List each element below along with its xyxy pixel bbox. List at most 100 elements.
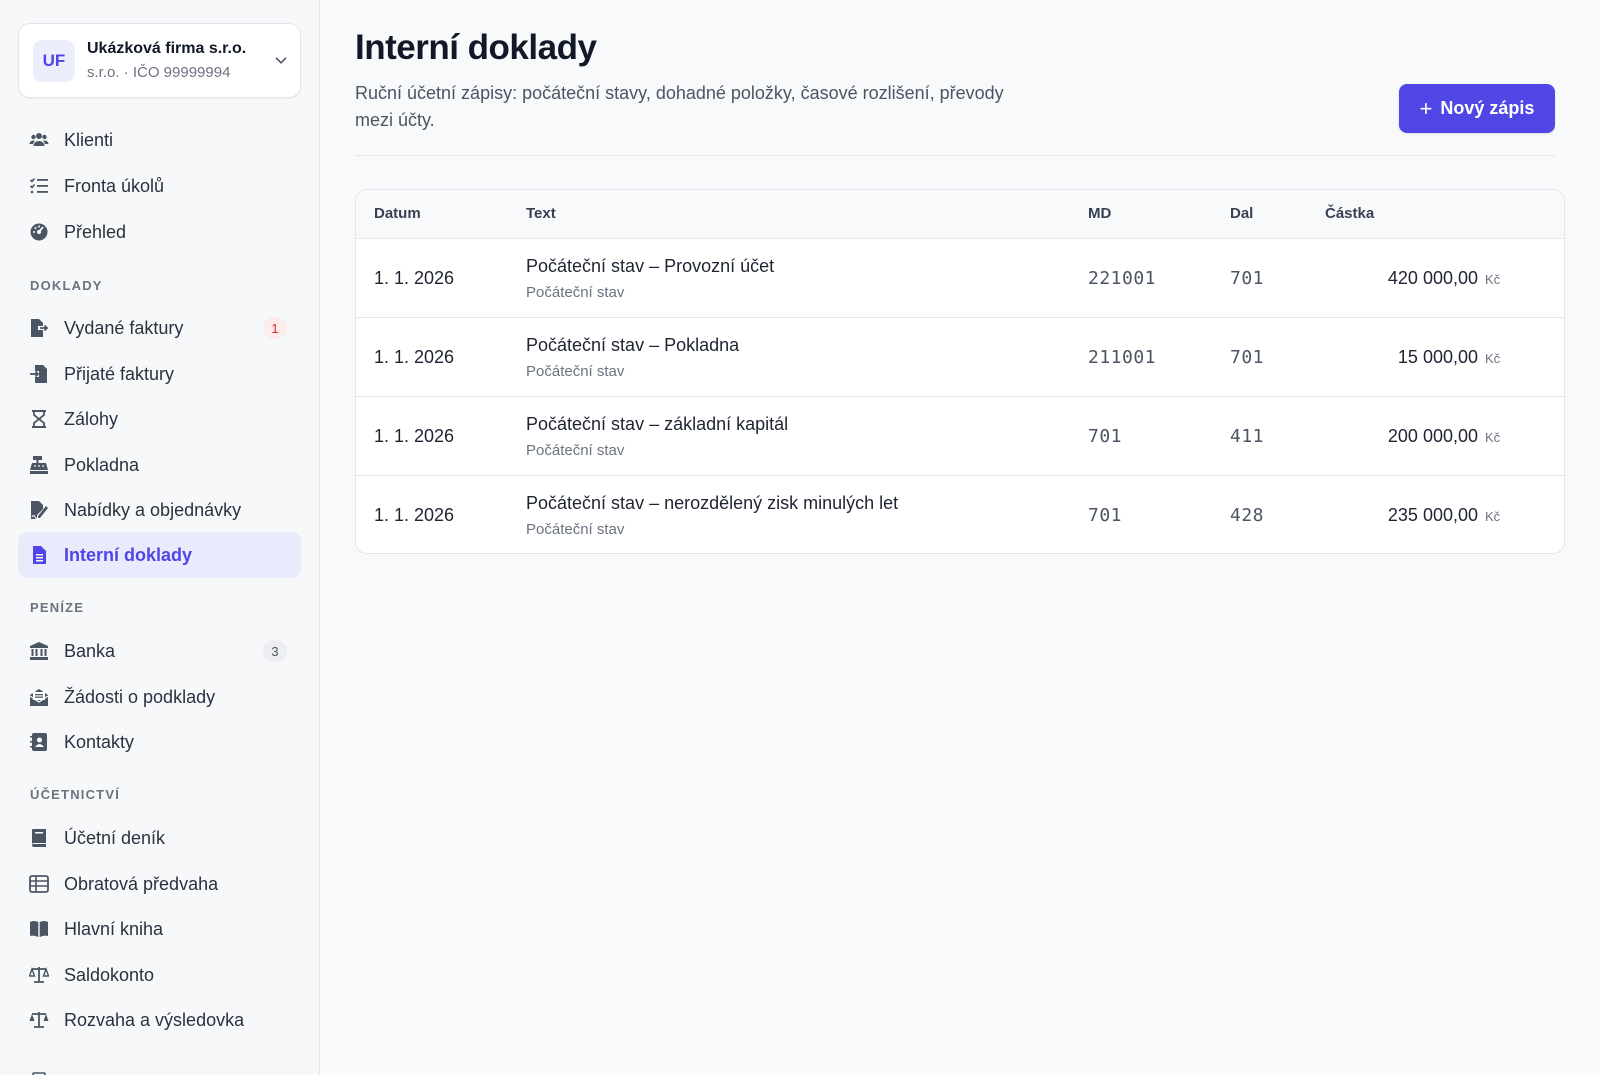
sidebar-item-hlavni-kniha[interactable]: Hlavní kniha <box>18 906 301 952</box>
count-badge: 3 <box>263 640 287 662</box>
cell-date: 1. 1. 2026 <box>374 347 455 367</box>
sidebar-item-saldokonto[interactable]: Saldokonto <box>18 952 301 998</box>
hourglass-icon <box>32 410 46 428</box>
sidebar-item-label: Vydané faktury <box>64 317 184 338</box>
sidebar-item-partial-icon <box>29 1068 49 1075</box>
sidebar-item-label: Rozvaha a výsledovka <box>64 1009 245 1030</box>
plus-icon: + <box>1419 95 1433 121</box>
sidebar-item-label: Přehled <box>64 221 127 242</box>
gauge-icon <box>30 223 48 241</box>
sidebar-item-prehled[interactable]: Přehled <box>18 209 301 255</box>
scale-icon <box>29 966 49 983</box>
sidebar-item-label: Banka <box>64 640 116 661</box>
cash-register-icon <box>30 456 48 474</box>
cell-md: 211001 <box>1088 347 1157 368</box>
cell-amount: 200 000,00 <box>1387 426 1478 446</box>
section-label-ucetnictvi: ÚČETNICTVÍ <box>30 787 120 802</box>
sidebar-item-label: Kontakty <box>64 731 135 752</box>
sidebar-item-label: Interní doklady <box>64 544 193 565</box>
book-icon <box>32 829 46 847</box>
column-header-text[interactable]: Text <box>526 205 556 222</box>
cell-currency: Kč <box>1485 272 1501 287</box>
cell-dal: 701 <box>1230 268 1265 289</box>
bank-icon <box>30 642 48 660</box>
table-row[interactable]: 1. 1. 2026 Počáteční stav – Pokladna Poč… <box>356 318 1564 397</box>
column-header-md[interactable]: MD <box>1088 205 1111 222</box>
file-signature-icon <box>31 501 48 519</box>
chevron-down-icon <box>275 57 287 64</box>
cell-dal: 411 <box>1230 426 1265 447</box>
task-list-icon <box>29 177 48 194</box>
sidebar-item-label: Zálohy <box>64 408 119 429</box>
scale-balanced-icon <box>29 1012 49 1028</box>
table-row[interactable]: 1. 1. 2026 Počáteční stav – základní kap… <box>356 397 1564 476</box>
sidebar-item-label: Žádosti o podklady <box>64 686 216 707</box>
file-export-icon <box>31 319 49 337</box>
section-label-penize: PENÍZE <box>30 600 85 615</box>
file-lines-icon <box>33 546 46 564</box>
page-description: Ruční účetní zápisy: počáteční stavy, do… <box>355 83 1004 130</box>
table-row[interactable]: 1. 1. 2026 Počáteční stav – Provozní úče… <box>356 239 1564 318</box>
entries-table: Datum Text MD Dal Částka 1. 1. 2026 Počá… <box>355 189 1565 554</box>
sidebar-item-label: Pokladna <box>64 454 140 475</box>
sidebar-item-label: Obratová předvaha <box>64 873 219 894</box>
sidebar-item-klienti[interactable]: Klienti <box>18 117 301 163</box>
page-title: Interní doklady <box>355 28 597 67</box>
cell-date: 1. 1. 2026 <box>374 505 455 525</box>
address-book-icon <box>30 733 47 751</box>
users-icon <box>29 133 49 146</box>
sidebar-item-banka[interactable]: Banka 3 <box>18 628 301 674</box>
column-header-amount[interactable]: Částka <box>1325 205 1374 222</box>
cell-subtext: Počáteční stav <box>526 363 625 380</box>
cell-md: 701 <box>1088 505 1123 526</box>
cell-text: Počáteční stav – Provozní účet <box>526 256 775 276</box>
org-subtitle: s.r.o. · IČO 99999994 <box>87 64 231 81</box>
sidebar-item-pokladna[interactable]: Pokladna <box>18 442 301 488</box>
count-badge: 1 <box>263 317 287 339</box>
sidebar-item-obratova-predvaha[interactable]: Obratová předvaha <box>18 861 301 907</box>
cell-dal: 701 <box>1230 347 1265 368</box>
sidebar-item-kontakty[interactable]: Kontakty <box>18 719 301 765</box>
sidebar-item-vydane-faktury[interactable]: Vydané faktury 1 <box>18 305 301 351</box>
sidebar-item-rozvaha-vysledovka[interactable]: Rozvaha a výsledovka <box>18 997 301 1043</box>
main-content: Interní doklady Ruční účetní zápisy: poč… <box>320 0 1600 1075</box>
sidebar-item-label: Nabídky a objednávky <box>64 499 242 520</box>
sidebar-item-ucetni-denik[interactable]: Účetní deník <box>18 815 301 861</box>
new-entry-button[interactable]: + Nový zápis <box>1399 84 1555 133</box>
table-row[interactable]: 1. 1. 2026 Počáteční stav – nerozdělený … <box>356 476 1564 553</box>
org-name: Ukázková firma s.r.o. <box>87 40 247 57</box>
column-header-date[interactable]: Datum <box>374 205 421 222</box>
cell-date: 1. 1. 2026 <box>374 268 455 288</box>
org-switcher[interactable]: UF Ukázková firma s.r.o. s.r.o. · IČO 99… <box>18 23 301 98</box>
cell-currency: Kč <box>1485 351 1501 366</box>
sidebar-item-label: Klienti <box>64 129 114 150</box>
sidebar-item-prijate-faktury[interactable]: Přijaté faktury <box>18 351 301 397</box>
cell-amount: 235 000,00 <box>1387 505 1478 525</box>
sidebar-item-nabidky-objednavky[interactable]: Nabídky a objednávky <box>18 487 301 533</box>
header-divider <box>355 155 1555 156</box>
sidebar-item-fronta-ukolu[interactable]: Fronta úkolů <box>18 163 301 209</box>
cell-amount: 420 000,00 <box>1387 268 1478 288</box>
cell-date: 1. 1. 2026 <box>374 426 455 446</box>
column-header-dal[interactable]: Dal <box>1230 205 1253 222</box>
org-avatar: UF <box>33 40 75 82</box>
cell-text: Počáteční stav – základní kapitál <box>526 414 789 434</box>
sidebar-item-zadosti-o-podklady[interactable]: Žádosti o podklady <box>18 674 301 720</box>
cell-text: Počáteční stav – nerozdělený zisk minulý… <box>526 493 899 513</box>
sidebar-item-interni-doklady[interactable]: Interní doklady <box>18 532 301 578</box>
cell-amount: 15 000,00 <box>1397 347 1478 367</box>
cell-currency: Kč <box>1485 509 1501 524</box>
cell-text: Počáteční stav – Pokladna <box>526 335 740 355</box>
book-open-icon <box>30 921 48 937</box>
cell-md: 701 <box>1088 426 1123 447</box>
sidebar-item-label: Účetní deník <box>64 827 166 848</box>
sidebar-item-zalohy[interactable]: Zálohy <box>18 396 301 442</box>
new-entry-button-label: Nový zápis <box>1440 98 1535 118</box>
cell-dal: 428 <box>1230 505 1265 526</box>
section-label-doklady: DOKLADY <box>30 278 103 293</box>
cell-subtext: Počáteční stav <box>526 442 625 459</box>
cell-currency: Kč <box>1485 430 1501 445</box>
envelope-open-icon <box>29 689 49 706</box>
sidebar-item-label: Saldokonto <box>64 964 155 985</box>
file-import-icon <box>30 365 47 383</box>
